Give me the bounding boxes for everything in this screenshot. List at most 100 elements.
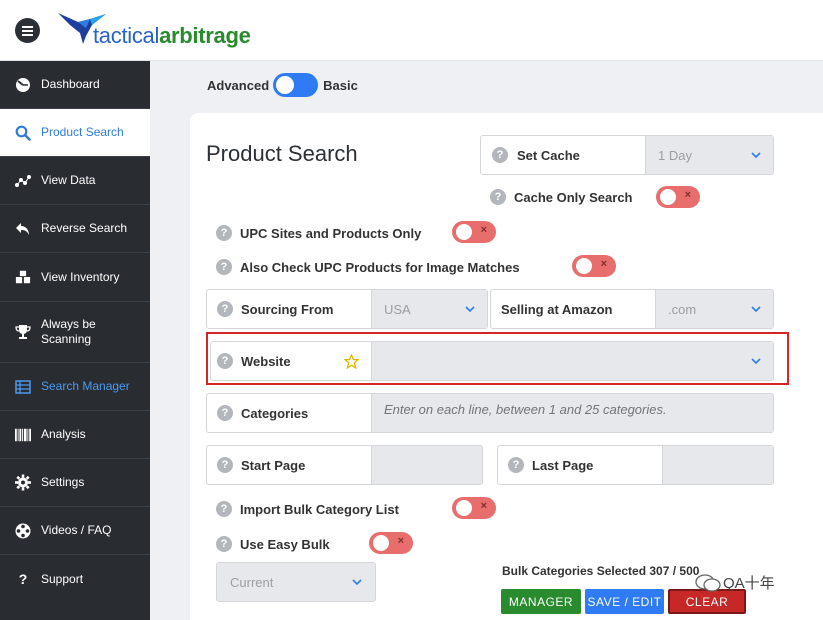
sourcing-from-field: ? Sourcing From USA	[206, 289, 488, 329]
easy-bulk-row: ? Use Easy Bulk	[216, 534, 330, 554]
film-reel-icon	[15, 523, 31, 539]
search-icon	[15, 125, 31, 141]
sourcing-from-select[interactable]: USA	[371, 290, 487, 328]
help-icon[interactable]: ?	[217, 301, 233, 317]
close-icon: ×	[600, 258, 607, 270]
selling-at-value: .com	[668, 301, 697, 317]
categories-field: ? Categories	[206, 393, 774, 433]
cache-only-row: ? Cache Only Search	[490, 187, 633, 207]
easy-bulk-label: Use Easy Bulk	[240, 536, 330, 552]
start-page-label-group: ? Start Page	[207, 446, 305, 484]
sidebar-item-search-manager[interactable]: Search Manager	[0, 363, 150, 411]
close-icon: ×	[480, 224, 487, 236]
page-title: Product Search	[206, 141, 358, 166]
last-page-field: ? Last Page	[497, 445, 774, 485]
import-bulk-label: Import Bulk Category List	[240, 501, 399, 517]
reply-arrow-icon	[15, 221, 31, 237]
set-cache-select[interactable]: 1 Day	[645, 136, 773, 174]
sidebar-item-reverse-search[interactable]: Reverse Search	[0, 205, 150, 253]
list-icon	[15, 379, 31, 395]
dashboard-icon	[15, 77, 31, 93]
last-page-input[interactable]	[662, 446, 773, 484]
sidebar-item-videos-faq[interactable]: Videos / FAQ	[0, 507, 150, 555]
sourcing-from-label: Sourcing From	[241, 301, 334, 317]
brand-name-part2: arbitrage	[159, 23, 251, 48]
set-cache-label-group: ? Set Cache	[481, 136, 580, 174]
question-icon: ?	[18, 571, 28, 587]
last-page-label: Last Page	[532, 457, 594, 473]
sidebar-item-label: Settings	[41, 475, 85, 489]
help-icon[interactable]: ?	[216, 501, 232, 517]
sidebar-item-label: View Data	[41, 173, 96, 187]
sidebar-item-support[interactable]: ? Support	[0, 555, 150, 603]
chevron-down-icon	[751, 152, 761, 159]
easy-bulk-select[interactable]: Current	[216, 562, 376, 602]
mode-basic-label: Basic	[323, 77, 358, 93]
manager-button[interactable]: MANAGER	[501, 589, 581, 614]
close-icon: ×	[684, 189, 691, 201]
trophy-icon	[15, 324, 31, 340]
upc-image-label: Also Check UPC Products for Image Matche…	[240, 259, 520, 275]
upc-only-row: ? UPC Sites and Products Only	[216, 223, 421, 243]
toggle-knob	[660, 189, 676, 205]
sidebar-item-view-inventory[interactable]: View Inventory	[0, 253, 150, 302]
mode-toggle-switch[interactable]	[273, 73, 319, 97]
set-cache-value: 1 Day	[658, 147, 692, 163]
chevron-down-icon	[465, 306, 475, 313]
menu-icon[interactable]	[15, 18, 40, 43]
help-icon[interactable]: ?	[217, 457, 233, 473]
import-bulk-toggle[interactable]: ×	[452, 497, 496, 519]
help-icon[interactable]: ?	[216, 536, 232, 552]
help-icon[interactable]: ?	[217, 405, 233, 421]
sidebar-item-product-search[interactable]: Product Search	[0, 109, 150, 157]
sidebar-item-settings[interactable]: Settings	[0, 459, 150, 507]
easy-bulk-value: Current	[230, 575, 274, 590]
upc-only-toggle[interactable]: ×	[452, 221, 496, 243]
easy-bulk-toggle[interactable]: ×	[369, 532, 413, 554]
selling-at-select[interactable]: .com	[655, 290, 773, 328]
sidebar-item-label: Reverse Search	[41, 221, 128, 235]
sidebar-item-analysis[interactable]: Analysis	[0, 411, 150, 459]
sidebar-item-label: Search Manager	[41, 379, 130, 393]
sidebar-item-label: Dashboard	[41, 77, 100, 91]
toggle-knob	[456, 500, 472, 516]
sidebar-item-label: Support	[41, 571, 84, 586]
cache-only-toggle[interactable]: ×	[656, 186, 700, 208]
watermark: QA十年	[695, 572, 775, 593]
sidebar-item-always-be-scanning[interactable]: Always be Scanning	[0, 302, 150, 363]
categories-input[interactable]	[371, 394, 773, 432]
chevron-down-icon	[751, 306, 761, 313]
save-edit-button[interactable]: SAVE / EDIT	[585, 589, 664, 614]
help-icon[interactable]: ?	[216, 259, 232, 275]
toggle-knob	[576, 258, 592, 274]
sourcing-from-value: USA	[384, 301, 411, 317]
upc-image-toggle[interactable]: ×	[572, 255, 616, 277]
upc-only-label: UPC Sites and Products Only	[240, 225, 422, 241]
help-icon[interactable]: ?	[508, 457, 524, 473]
cache-only-label: Cache Only Search	[514, 189, 633, 205]
start-page-label: Start Page	[241, 457, 306, 473]
selling-at-field: Selling at Amazon .com	[490, 289, 774, 329]
toggle-knob	[456, 224, 472, 240]
brand-wordmark[interactable]: tacticalarbitrage	[93, 23, 251, 49]
categories-label-group: ? Categories	[207, 394, 308, 432]
sidebar-item-dashboard[interactable]: Dashboard	[0, 61, 150, 109]
toggle-knob	[373, 535, 389, 551]
mode-advanced-label: Advanced	[207, 77, 270, 93]
sidebar-item-label: Always be Scanning	[41, 317, 96, 346]
top-bar: tacticalarbitrage	[0, 0, 823, 61]
categories-label: Categories	[241, 405, 309, 421]
bulk-categories-summary: Bulk Categories Selected 307 / 500	[502, 564, 700, 578]
start-page-input[interactable]	[371, 446, 482, 484]
mode-toggle-row: Advanced Basic	[207, 73, 358, 97]
last-page-label-group: ? Last Page	[498, 446, 593, 484]
help-icon[interactable]: ?	[216, 225, 232, 241]
help-icon[interactable]: ?	[492, 147, 508, 163]
upc-image-row: ? Also Check UPC Products for Image Matc…	[216, 257, 520, 277]
set-cache-field: ? Set Cache 1 Day	[480, 135, 774, 175]
barcode-icon	[15, 427, 31, 443]
sidebar: Dashboard Product Search View Data Rever…	[0, 61, 150, 620]
brand-name-part1: tactical	[93, 23, 160, 48]
help-icon[interactable]: ?	[490, 189, 506, 205]
sidebar-item-view-data[interactable]: View Data	[0, 157, 150, 205]
